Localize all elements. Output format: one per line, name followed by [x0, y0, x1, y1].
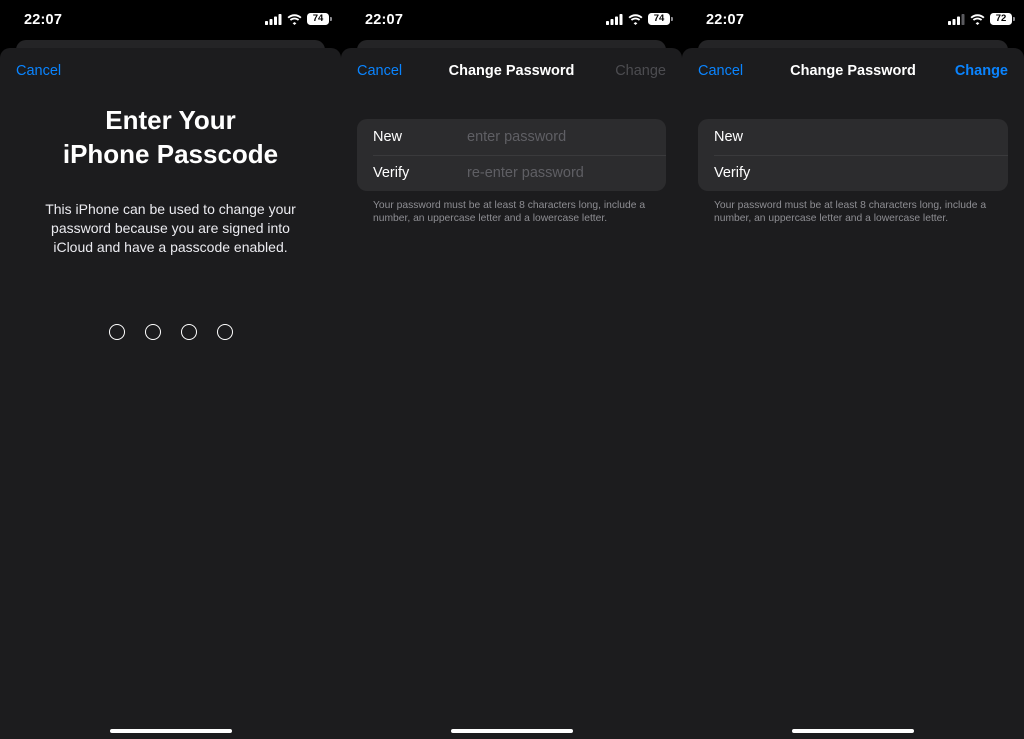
verify-password-label: Verify — [373, 165, 410, 181]
change-password-filled-screen: 22:07 72 Cancel Change Password Change N… — [682, 0, 1024, 739]
battery-icon: 72 — [990, 13, 1015, 25]
title-line-2: iPhone Passcode — [62, 139, 279, 169]
modal-sheet: Cancel Enter Your iPhone Passcode This i… — [0, 48, 341, 739]
title-line-1: Enter Your — [105, 105, 236, 135]
new-password-label: New — [714, 129, 744, 145]
passcode-description: This iPhone can be used to change your p… — [45, 201, 296, 255]
modal-sheet: Cancel Change Password Change New Verify… — [682, 48, 1024, 739]
cellular-signal-icon — [265, 13, 282, 25]
verify-password-field[interactable] — [467, 165, 650, 181]
passcode-dot-2 — [144, 324, 161, 340]
new-password-label: New — [373, 129, 403, 145]
status-time: 22:07 — [706, 12, 745, 28]
password-requirements-hint: Your password must be at least 8 charact… — [714, 200, 987, 224]
verify-password-row: Verify — [698, 155, 1008, 191]
passcode-dots[interactable] — [0, 324, 341, 340]
new-password-field[interactable] — [808, 129, 992, 145]
status-time: 22:07 — [365, 12, 404, 28]
status-bar: 22:07 74 — [0, 0, 341, 40]
new-password-row: New — [698, 119, 1008, 155]
status-bar: 22:07 72 — [682, 0, 1024, 40]
modal-sheet: Cancel Change Password Change New Verify… — [341, 48, 682, 739]
status-bar: 22:07 74 — [341, 0, 682, 40]
verify-password-label: Verify — [714, 165, 751, 181]
password-requirements-hint: Your password must be at least 8 charact… — [373, 200, 646, 224]
cellular-signal-icon — [948, 13, 965, 25]
home-indicator[interactable] — [792, 729, 914, 733]
change-button[interactable]: Change — [615, 63, 666, 79]
cancel-button[interactable]: Cancel — [16, 63, 61, 79]
verify-password-field[interactable] — [808, 165, 992, 181]
passcode-dot-1 — [108, 324, 125, 340]
battery-icon: 74 — [307, 13, 332, 25]
new-password-field[interactable] — [467, 129, 650, 145]
status-time: 22:07 — [24, 12, 63, 28]
page-title: Enter Your iPhone Passcode — [0, 103, 341, 171]
new-password-row: New — [357, 119, 666, 155]
wifi-icon — [287, 13, 302, 25]
passcode-dot-3 — [180, 324, 197, 340]
change-button[interactable]: Change — [955, 63, 1008, 79]
wifi-icon — [628, 13, 643, 25]
home-indicator[interactable] — [109, 729, 232, 733]
battery-icon: 74 — [648, 13, 673, 25]
wifi-icon — [970, 13, 985, 25]
home-indicator[interactable] — [450, 729, 573, 733]
enter-passcode-screen: 22:07 74 Cancel Enter Your iPhone Passco… — [0, 0, 341, 739]
password-form: New Verify — [698, 119, 1008, 191]
verify-password-row: Verify — [357, 155, 666, 191]
change-password-empty-screen: 22:07 74 Cancel Change Password Change N… — [341, 0, 682, 739]
cellular-signal-icon — [606, 13, 623, 25]
password-form: New Verify — [357, 119, 666, 191]
passcode-dot-4 — [216, 324, 233, 340]
